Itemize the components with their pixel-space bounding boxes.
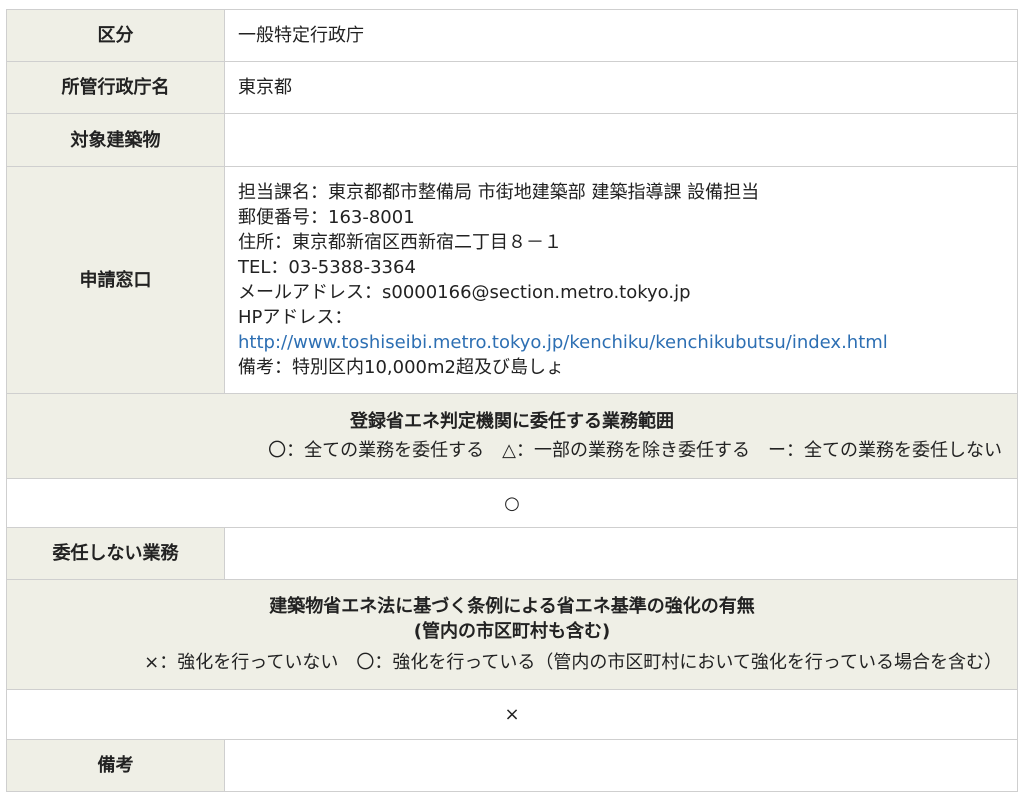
label-chosha: 所管行政庁名 xyxy=(6,61,225,114)
row-kubun: 区分 一般特定行政庁 xyxy=(6,9,1018,62)
madoguchi-dept: 担当課名：東京都都市整備局 市街地建築部 建築指導課 設備担当 xyxy=(238,182,760,203)
madoguchi-hp-link[interactable]: http://www.toshiseibi.metro.tokyo.jp/ken… xyxy=(238,330,1004,355)
row-taisho: 対象建築物 xyxy=(6,113,1018,167)
value-not-inin xyxy=(224,527,1018,580)
label-not-inin: 委任しない業務 xyxy=(6,527,225,580)
row-inin-value: ○ xyxy=(6,478,1018,528)
inin-legend: 〇：全ての業務を委任する △：一部の業務を除き委任する ー：全ての業務を委任しな… xyxy=(268,440,1002,461)
label-taisho: 対象建築物 xyxy=(6,113,225,167)
label-madoguchi: 申請窓口 xyxy=(6,166,225,394)
madoguchi-hp-label: HPアドレス： xyxy=(238,307,353,328)
madoguchi-address: 住所：東京都新宿区西新宿二丁目８－１ xyxy=(238,232,562,253)
madoguchi-note: 備考：特別区内10,000m2超及び島しょ xyxy=(238,357,564,378)
value-biko xyxy=(224,739,1018,792)
kyoka-value: × xyxy=(6,689,1018,740)
inin-value: ○ xyxy=(6,478,1018,528)
label-biko: 備考 xyxy=(6,739,225,792)
madoguchi-postal: 郵便番号：163-8001 xyxy=(238,207,415,228)
row-biko: 備考 xyxy=(6,739,1018,792)
kyoka-legend: ×：強化を行っていない 〇：強化を行っている（管内の市区町村において強化を行って… xyxy=(144,652,1002,673)
kyoka-header: 建築物省エネ法に基づく条例による省エネ基準の強化の有無 (管内の市区町村も含む)… xyxy=(6,579,1018,690)
row-kyoka-header: 建築物省エネ法に基づく条例による省エネ基準の強化の有無 (管内の市区町村も含む)… xyxy=(6,579,1018,690)
madoguchi-email: メールアドレス：s0000166@section.metro.tokyo.jp xyxy=(238,282,691,303)
madoguchi-tel: TEL：03-5388-3364 xyxy=(238,257,416,278)
row-kyoka-value: × xyxy=(6,689,1018,740)
kyoka-title-2: (管内の市区町村も含む) xyxy=(413,621,611,642)
inin-header: 登録省エネ判定機関に委任する業務範囲 〇：全ての業務を委任する △：一部の業務を… xyxy=(6,393,1018,479)
value-chosha: 東京都 xyxy=(224,61,1018,114)
value-taisho xyxy=(224,113,1018,167)
row-inin-header: 登録省エネ判定機関に委任する業務範囲 〇：全ての業務を委任する △：一部の業務を… xyxy=(6,393,1018,479)
kyoka-title-1: 建築物省エネ法に基づく条例による省エネ基準の強化の有無 xyxy=(269,596,755,617)
value-madoguchi: 担当課名：東京都都市整備局 市街地建築部 建築指導課 設備担当 郵便番号：163… xyxy=(224,166,1018,394)
inin-title: 登録省エネ判定機関に委任する業務範囲 xyxy=(350,411,674,432)
info-table: 区分 一般特定行政庁 所管行政庁名 東京都 対象建築物 申請窓口 担当課名：東京… xyxy=(6,9,1018,792)
row-not-inin: 委任しない業務 xyxy=(6,527,1018,580)
row-madoguchi: 申請窓口 担当課名：東京都都市整備局 市街地建築部 建築指導課 設備担当 郵便番… xyxy=(6,166,1018,394)
value-kubun: 一般特定行政庁 xyxy=(224,9,1018,62)
page: 区分 一般特定行政庁 所管行政庁名 東京都 対象建築物 申請窓口 担当課名：東京… xyxy=(0,0,1024,802)
row-chosha: 所管行政庁名 東京都 xyxy=(6,61,1018,114)
label-kubun: 区分 xyxy=(6,9,225,62)
